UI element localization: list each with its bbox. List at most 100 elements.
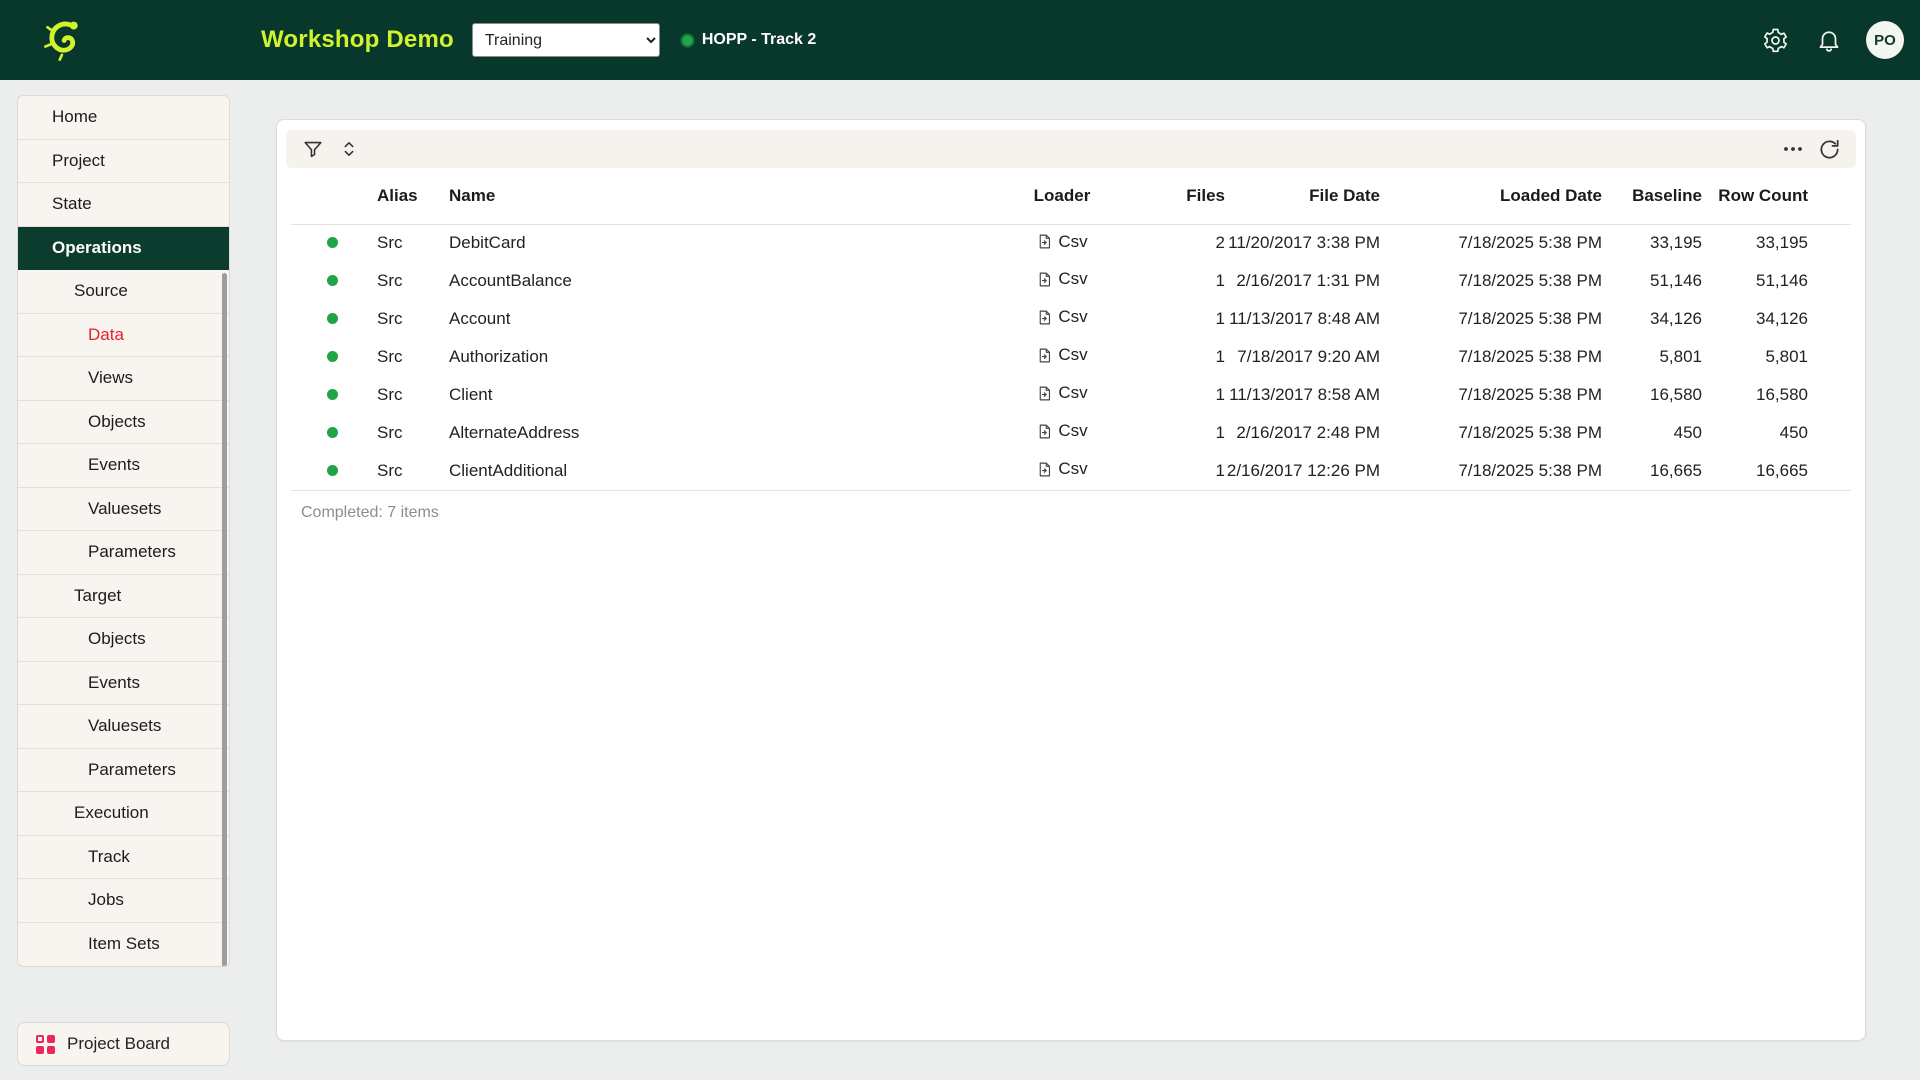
column-header-files[interactable]: Files (1147, 168, 1225, 224)
alias-cell: Src (357, 452, 449, 490)
sidebar-item-label: Events (88, 455, 140, 475)
sidebar-item-valuesets[interactable]: Valuesets (18, 488, 229, 532)
sidebar-scrollbar[interactable] (222, 273, 227, 967)
sidebar-item-parameters[interactable]: Parameters (18, 749, 229, 793)
files-cell: 2 (1147, 224, 1225, 262)
data-grid: AliasNameLoaderFilesFile DateLoaded Date… (291, 168, 1851, 491)
sidebar-item-home[interactable]: Home (18, 96, 229, 140)
table-row[interactable]: SrcAlternateAddressCsv12/16/2017 2:48 PM… (291, 414, 1851, 452)
notifications-bell-icon[interactable] (1812, 23, 1846, 57)
column-header-name[interactable]: Name (449, 168, 977, 224)
loader-label: Csv (1058, 421, 1087, 441)
row-pad-cell (1808, 262, 1851, 300)
sidebar-item-events[interactable]: Events (18, 444, 229, 488)
sidebar-item-objects[interactable]: Objects (18, 401, 229, 445)
name-cell: AccountBalance (449, 262, 977, 300)
table-header-row: AliasNameLoaderFilesFile DateLoaded Date… (291, 168, 1851, 224)
files-cell: 1 (1147, 414, 1225, 452)
sidebar-item-label: Data (88, 325, 124, 345)
sidebar-item-operations[interactable]: Operations (18, 227, 229, 271)
loader-label: Csv (1058, 345, 1087, 365)
sidebar-item-objects[interactable]: Objects (18, 618, 229, 662)
row-pad-cell (1808, 376, 1851, 414)
loader-cell: Csv (977, 376, 1147, 414)
sidebar-item-target[interactable]: Target (18, 575, 229, 619)
project-board-grid-icon (36, 1035, 55, 1054)
csv-file-icon (1036, 385, 1053, 402)
column-header-loaded-date[interactable]: Loaded Date (1380, 168, 1602, 224)
loaded-date-cell: 7/18/2025 5:38 PM (1380, 338, 1602, 376)
connection-status-dot (682, 35, 693, 46)
refresh-icon[interactable] (1814, 134, 1844, 164)
sidebar-item-label: Parameters (88, 542, 176, 562)
sidebar-item-label: Home (52, 107, 97, 127)
status-dot-green (327, 351, 338, 362)
baseline-cell: 33,195 (1602, 224, 1702, 262)
table-row[interactable]: SrcClientAdditionalCsv12/16/2017 12:26 P… (291, 452, 1851, 490)
column-header-baseline[interactable]: Baseline (1602, 168, 1702, 224)
sidebar-item-data[interactable]: Data (18, 314, 229, 358)
sidebar-item-label: Project (52, 151, 105, 171)
loader-label: Csv (1058, 269, 1087, 289)
sidebar-item-track[interactable]: Track (18, 836, 229, 880)
sort-icon[interactable] (334, 134, 364, 164)
loader-cell: Csv (977, 414, 1147, 452)
column-header-loader[interactable]: Loader (977, 168, 1147, 224)
sidebar-item-events[interactable]: Events (18, 662, 229, 706)
column-header-pad (1808, 168, 1851, 224)
files-cell: 1 (1147, 376, 1225, 414)
alias-cell: Src (357, 338, 449, 376)
loader-cell: Csv (977, 262, 1147, 300)
filter-icon[interactable] (298, 134, 328, 164)
environment-select[interactable]: Training (472, 23, 660, 57)
row-count-cell: 34,126 (1702, 300, 1808, 338)
sidebar-item-item-sets[interactable]: Item Sets (18, 923, 229, 967)
project-board-button[interactable]: Project Board (17, 1022, 230, 1066)
sidebar-item-source[interactable]: Source (18, 270, 229, 314)
row-status-cell (291, 300, 357, 338)
more-options-icon[interactable] (1778, 134, 1808, 164)
file-date-cell: 2/16/2017 12:26 PM (1225, 452, 1380, 490)
file-date-cell: 2/16/2017 1:31 PM (1225, 262, 1380, 300)
table-row[interactable]: SrcAuthorizationCsv17/18/2017 9:20 AM7/1… (291, 338, 1851, 376)
row-count-cell: 5,801 (1702, 338, 1808, 376)
table-row[interactable]: SrcAccountCsv111/13/2017 8:48 AM7/18/202… (291, 300, 1851, 338)
name-cell: ClientAdditional (449, 452, 977, 490)
csv-file-icon (1036, 347, 1053, 364)
table-row[interactable]: SrcClientCsv111/13/2017 8:58 AM7/18/2025… (291, 376, 1851, 414)
files-cell: 1 (1147, 300, 1225, 338)
sidebar-item-parameters[interactable]: Parameters (18, 531, 229, 575)
row-pad-cell (1808, 224, 1851, 262)
status-dot-green (327, 275, 338, 286)
column-header-row-count[interactable]: Row Count (1702, 168, 1808, 224)
files-cell: 1 (1147, 338, 1225, 376)
csv-file-icon (1036, 233, 1053, 250)
csv-file-icon (1036, 423, 1053, 440)
alias-cell: Src (357, 414, 449, 452)
name-cell: Client (449, 376, 977, 414)
sidebar-item-views[interactable]: Views (18, 357, 229, 401)
app-header: Workshop Demo Training HOPP - Track 2 PO (0, 0, 1920, 80)
loaded-date-cell: 7/18/2025 5:38 PM (1380, 376, 1602, 414)
loaded-date-cell: 7/18/2025 5:38 PM (1380, 300, 1602, 338)
table-row[interactable]: SrcAccountBalanceCsv12/16/2017 1:31 PM7/… (291, 262, 1851, 300)
sidebar-item-label: Events (88, 673, 140, 693)
sidebar-item-execution[interactable]: Execution (18, 792, 229, 836)
settings-gear-icon[interactable] (1758, 23, 1792, 57)
sidebar-item-label: Track (88, 847, 130, 867)
sidebar-item-project[interactable]: Project (18, 140, 229, 184)
row-status-cell (291, 262, 357, 300)
loaded-date-cell: 7/18/2025 5:38 PM (1380, 452, 1602, 490)
sidebar-item-valuesets[interactable]: Valuesets (18, 705, 229, 749)
sidebar-item-jobs[interactable]: Jobs (18, 879, 229, 923)
row-pad-cell (1808, 338, 1851, 376)
sidebar-item-label: Views (88, 368, 133, 388)
table-row[interactable]: SrcDebitCardCsv211/20/2017 3:38 PM7/18/2… (291, 224, 1851, 262)
sidebar-item-state[interactable]: State (18, 183, 229, 227)
user-avatar[interactable]: PO (1866, 21, 1904, 59)
column-header-file-date[interactable]: File Date (1225, 168, 1380, 224)
row-pad-cell (1808, 414, 1851, 452)
column-header-alias[interactable]: Alias (357, 168, 449, 224)
row-count-cell: 16,580 (1702, 376, 1808, 414)
row-count-cell: 450 (1702, 414, 1808, 452)
